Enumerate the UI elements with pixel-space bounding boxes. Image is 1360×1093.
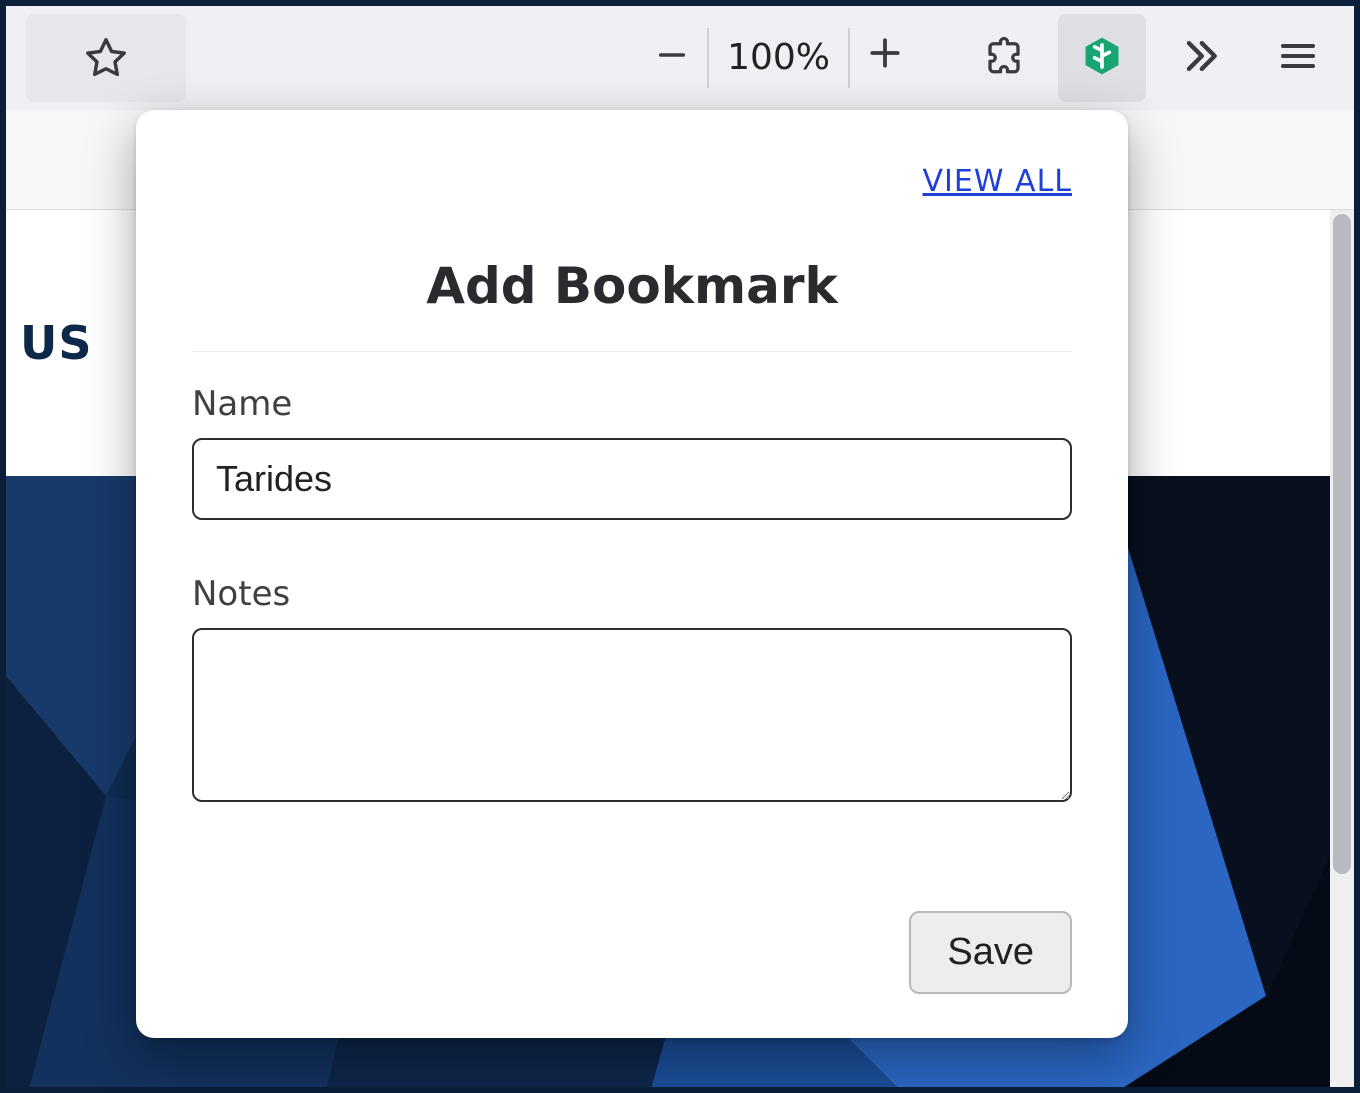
- save-button[interactable]: Save: [909, 911, 1072, 994]
- hamburger-icon: [1278, 36, 1318, 80]
- zoom-controls: 100%: [637, 18, 920, 98]
- bookmark-popup: VIEW ALL Add Bookmark Name Notes Save: [136, 110, 1128, 1038]
- star-icon: [83, 35, 129, 81]
- vertical-scrollbar[interactable]: [1330, 210, 1354, 1087]
- popup-title: Add Bookmark: [192, 257, 1072, 352]
- minus-icon: [655, 32, 689, 83]
- name-label: Name: [192, 384, 1072, 424]
- name-input[interactable]: [192, 438, 1072, 520]
- extensions-button[interactable]: [960, 14, 1048, 102]
- active-extension-button[interactable]: [1058, 14, 1146, 102]
- plus-icon: [866, 32, 904, 83]
- view-all-link[interactable]: VIEW ALL: [923, 164, 1072, 199]
- zoom-level[interactable]: 100%: [707, 28, 850, 88]
- overflow-button[interactable]: [1156, 14, 1244, 102]
- page-heading-fragment: US: [20, 316, 92, 370]
- zoom-out-button[interactable]: [637, 18, 707, 98]
- tree-icon: [1080, 34, 1124, 82]
- main-menu-button[interactable]: [1254, 14, 1342, 102]
- browser-toolbar: 100%: [6, 6, 1354, 110]
- notes-input[interactable]: [192, 628, 1072, 802]
- puzzle-icon: [983, 35, 1025, 81]
- bookmark-page-button[interactable]: [26, 14, 186, 102]
- zoom-in-button[interactable]: [850, 18, 920, 98]
- scrollbar-thumb[interactable]: [1333, 214, 1351, 874]
- notes-label: Notes: [192, 574, 1072, 614]
- chevron-double-right-icon: [1178, 34, 1222, 82]
